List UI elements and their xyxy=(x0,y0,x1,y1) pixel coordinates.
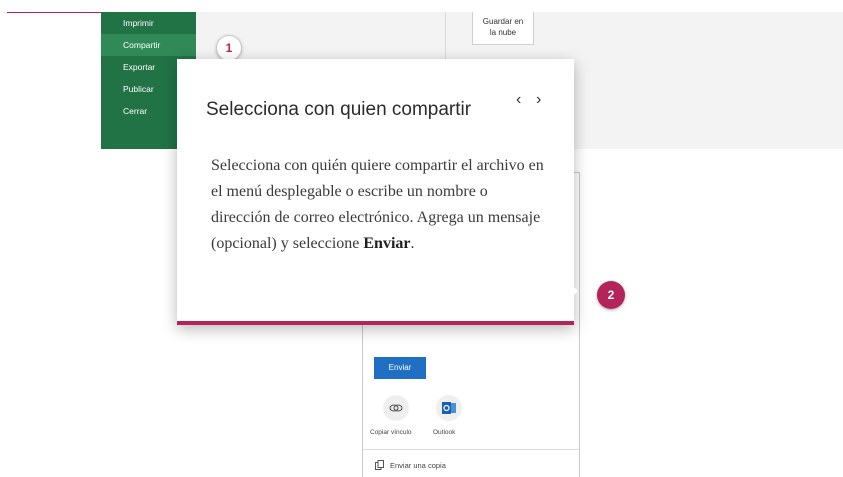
popover-body-bold: Enviar xyxy=(363,235,411,252)
popover-title: Selecciona con quien compartir xyxy=(206,99,472,120)
popover-body: Selecciona con quién quiere compartir el… xyxy=(211,153,551,257)
next-step-button[interactable]: › xyxy=(536,91,541,109)
save-to-cloud-label-2: la nube xyxy=(489,28,517,37)
outlook-icon xyxy=(442,402,456,414)
save-to-cloud-label-1: Guardar en xyxy=(482,17,524,26)
outlook-button[interactable] xyxy=(436,395,462,421)
panel-divider xyxy=(363,449,579,450)
save-to-cloud-button[interactable]: Guardar en la nube xyxy=(472,12,534,45)
popover-pointer xyxy=(570,283,578,299)
sidebar-item-compartir[interactable]: Compartir xyxy=(101,34,196,56)
popover-body-end: . xyxy=(410,235,415,252)
send-copy-row[interactable]: Enviar una copia xyxy=(375,460,446,470)
outlook-label: Outlook xyxy=(433,429,456,436)
step-marker-2[interactable]: 2 xyxy=(597,281,625,309)
copy-link-label: Copiar vínculo xyxy=(370,429,412,436)
tour-popover: Selecciona con quien compartir ‹ › Selec… xyxy=(177,59,574,325)
link-icon xyxy=(389,404,403,412)
top-accent-line xyxy=(7,12,103,13)
send-button[interactable]: Enviar xyxy=(374,357,426,379)
previous-step-button[interactable]: ‹ xyxy=(516,91,521,109)
copy-icon xyxy=(375,460,384,470)
sidebar-item-imprimir[interactable]: Imprimir xyxy=(101,12,196,34)
send-copy-label: Enviar una copia xyxy=(390,460,446,470)
step-marker-1[interactable]: 1 xyxy=(216,35,242,61)
copy-link-button[interactable] xyxy=(383,395,409,421)
